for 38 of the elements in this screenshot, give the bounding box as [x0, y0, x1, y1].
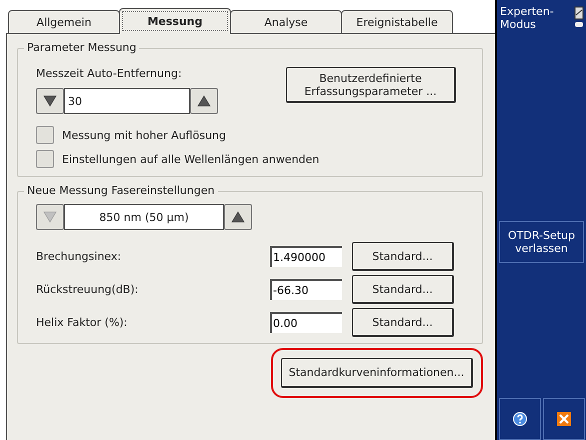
field-label: Helix Faktor (%):: [36, 316, 128, 329]
field-label: Rückstreuung(dB):: [36, 283, 140, 296]
input-field[interactable]: 0.00: [270, 312, 342, 333]
increment-button[interactable]: [224, 204, 252, 230]
tab[interactable]: Analyse: [230, 10, 342, 34]
tab[interactable]: Messung: [119, 8, 231, 34]
spinner-field[interactable]: 30: [64, 88, 190, 114]
tab[interactable]: Allgemein: [8, 10, 120, 34]
up-triangle-icon: [197, 95, 211, 107]
checkbox-label: Messung mit hoher Auflösung: [62, 128, 226, 142]
up-triangle-icon: [231, 211, 245, 223]
checkbox[interactable]: [36, 126, 54, 144]
field-label: Brechungsinex:: [36, 250, 122, 263]
close-button[interactable]: [543, 398, 585, 440]
down-triangle-icon: [43, 95, 57, 107]
standard-button[interactable]: Standard...: [352, 242, 454, 271]
input-field[interactable]: -66.30: [270, 279, 342, 300]
mode-label: Experten-Modus: [500, 5, 555, 31]
field-label: Messzeit Auto-Entfernung:: [36, 67, 183, 80]
close-icon: [557, 412, 571, 426]
down-triangle-icon: [43, 211, 57, 223]
group-title: Neue Messung Fasereinstellungen: [24, 184, 218, 197]
decrement-button[interactable]: [36, 88, 64, 114]
help-icon: [513, 412, 527, 426]
checkbox[interactable]: [36, 150, 54, 168]
group-title: Parameter Messung: [24, 41, 140, 54]
spinner-field[interactable]: 850 nm (50 µm): [64, 204, 224, 230]
input-field[interactable]: 1.490000: [270, 246, 342, 267]
tab[interactable]: Ereignistabelle: [341, 10, 453, 34]
standard-button[interactable]: Standard...: [352, 275, 454, 304]
standard-button[interactable]: Standard...: [352, 308, 454, 337]
help-button[interactable]: [499, 398, 541, 440]
checkbox-label: Einstellungen auf alle Wellenlängen anwenden: [62, 152, 320, 166]
custom-parameters-button[interactable]: Benutzerdefinierte Erfassungsparameter ...: [286, 67, 456, 103]
battery-icon: [574, 5, 584, 29]
curve-info-button[interactable]: Standardkurveninformationen...: [281, 358, 473, 388]
exit-setup-button[interactable]: OTDR-Setup verlassen: [499, 221, 584, 263]
increment-button[interactable]: [190, 88, 218, 114]
